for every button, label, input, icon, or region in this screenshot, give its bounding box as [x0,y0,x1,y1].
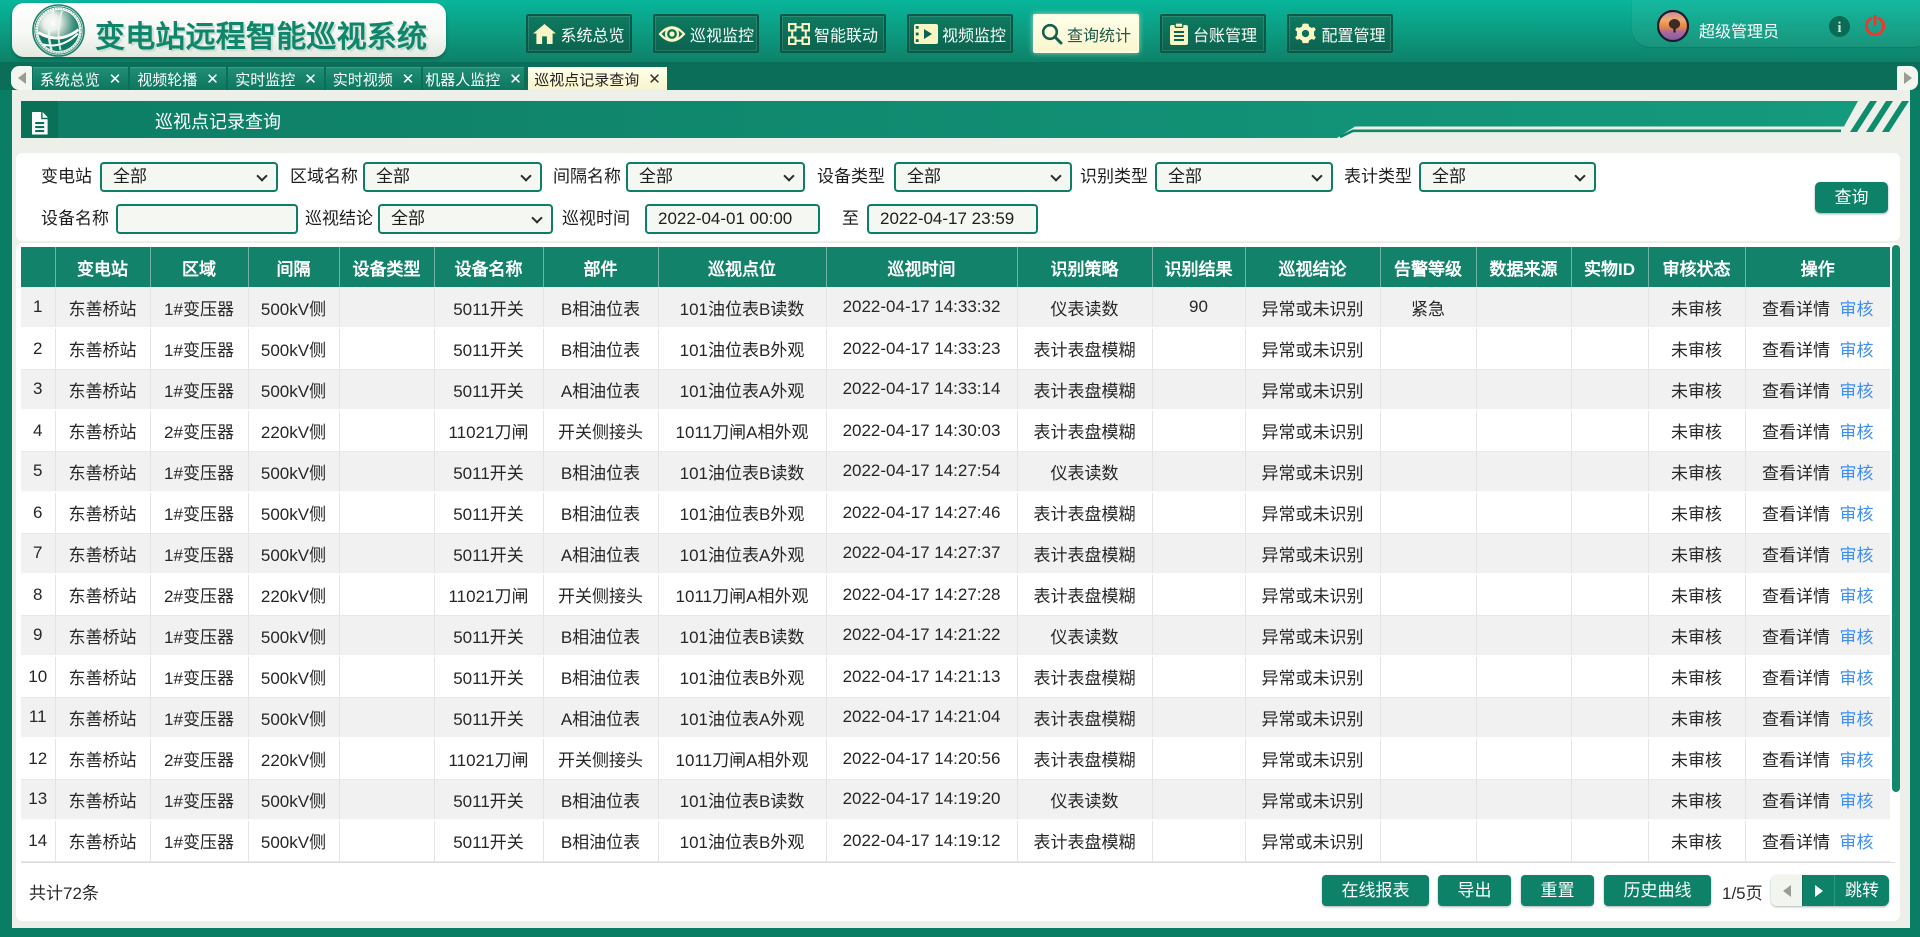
svg-text:i: i [1837,20,1841,36]
